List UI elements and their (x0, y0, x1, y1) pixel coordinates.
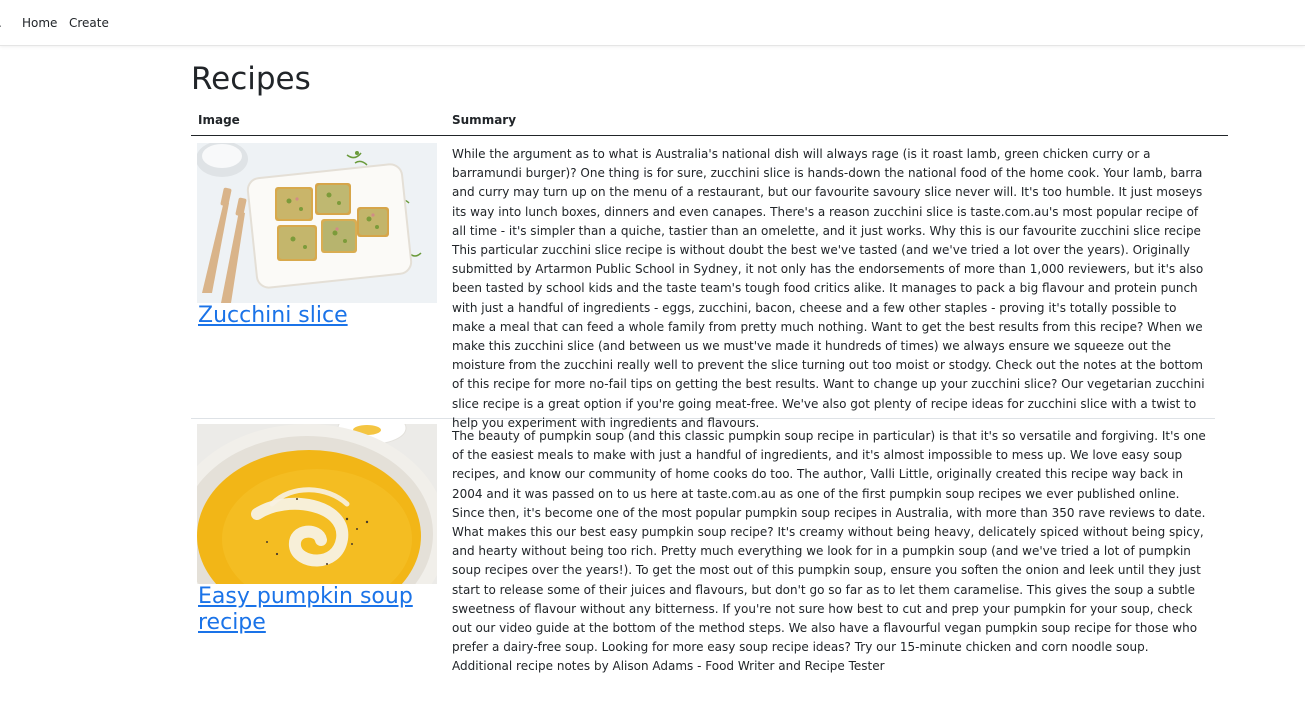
table-header: Image Summary (191, 110, 1228, 136)
table-row: Zucchini slice While the argument as to … (191, 136, 1215, 430)
recipe-image-zucchini-slice (197, 143, 437, 303)
navbar: . Home Create (0, 0, 1305, 46)
table-row: Easy pumpkin soup recipe The beauty of p… (191, 419, 1215, 719)
column-header-summary: Summary (452, 113, 517, 127)
brand-link[interactable]: . (0, 16, 2, 30)
zucchini-slice-photo (197, 143, 437, 303)
nav-create-link[interactable]: Create (69, 16, 109, 30)
nav-home-link[interactable]: Home (22, 16, 57, 30)
recipe-image-pumpkin-soup (197, 424, 437, 584)
recipe-title-link[interactable]: Zucchini slice (198, 303, 438, 329)
recipe-summary: While the argument as to what is Austral… (452, 147, 1205, 430)
page-title: Recipes (191, 61, 311, 97)
pumpkin-soup-photo (197, 424, 437, 584)
recipe-summary: The beauty of pumpkin soup (and this cla… (452, 429, 1206, 674)
recipe-title-link[interactable]: Easy pumpkin soup recipe (198, 584, 438, 637)
column-header-image: Image (198, 113, 240, 127)
